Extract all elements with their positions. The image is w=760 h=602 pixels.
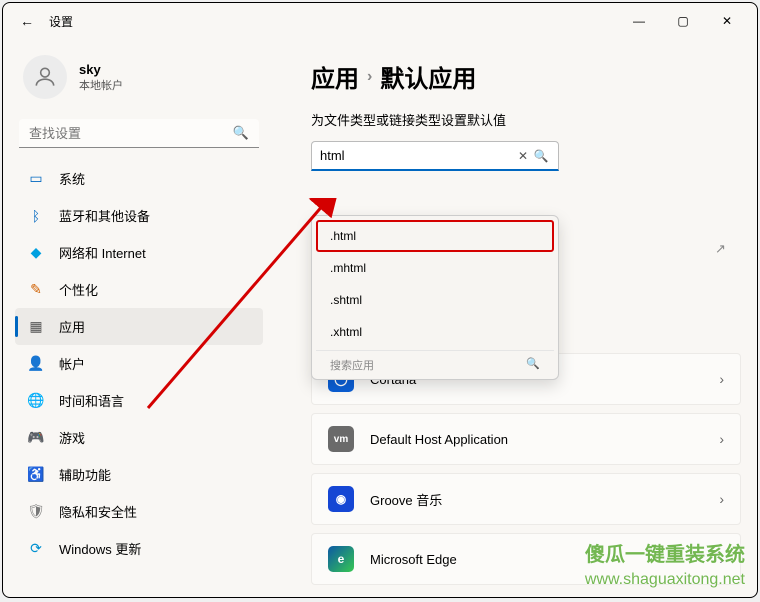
titlebar: ← 设置 — ▢ ✕ xyxy=(3,3,757,39)
nav-network[interactable]: ◆ 网络和 Internet xyxy=(15,234,263,271)
gamepad-icon: 🎮 xyxy=(27,429,45,447)
search-icon: 🔍 xyxy=(526,357,540,373)
display-icon: ▭ xyxy=(27,170,45,188)
person-icon xyxy=(32,64,58,90)
nav-label: 游戏 xyxy=(59,428,85,447)
watermark-url: www.shaguaxitong.net xyxy=(585,571,745,589)
vm-icon: vm xyxy=(328,426,354,452)
app-name-label: Groove 音乐 xyxy=(370,490,703,509)
filetype-search-input[interactable] xyxy=(320,148,514,163)
nav-gaming[interactable]: 🎮 游戏 xyxy=(15,419,263,456)
nav-label: 辅助功能 xyxy=(59,465,111,484)
breadcrumb-parent[interactable]: 应用 xyxy=(311,59,359,94)
minimize-button[interactable]: — xyxy=(617,6,661,36)
filetype-search[interactable]: ✕ 🔍 xyxy=(311,141,559,171)
nav-label: 个性化 xyxy=(59,280,98,299)
profile-block[interactable]: sky 本地帐户 xyxy=(15,47,263,115)
chevron-right-icon: › xyxy=(719,431,724,447)
nav-accessibility[interactable]: ♿ 辅助功能 xyxy=(15,456,263,493)
sidebar: sky 本地帐户 🔍 ▭ 系统 ᛒ 蓝牙和其他设备 ◆ 网络和 Internet ✎ 个… xyxy=(3,39,275,597)
close-button[interactable]: ✕ xyxy=(705,6,749,36)
dropdown-footer-label: 搜索应用 xyxy=(330,357,374,373)
search-icon[interactable]: 🔍 xyxy=(532,149,550,163)
profile-name: sky xyxy=(79,62,123,77)
search-icon: 🔍 xyxy=(233,125,249,141)
sync-icon: ⟳ xyxy=(27,540,45,558)
nav-bluetooth[interactable]: ᛒ 蓝牙和其他设备 xyxy=(15,197,263,234)
profile-type: 本地帐户 xyxy=(79,77,123,93)
nav-label: 系统 xyxy=(59,169,85,188)
nav-label: 帐户 xyxy=(59,354,85,373)
nav-privacy[interactable]: 🛡 隐私和安全性 xyxy=(15,493,263,530)
nav-personalization[interactable]: ✎ 个性化 xyxy=(15,271,263,308)
avatar xyxy=(23,55,67,99)
app-default-host[interactable]: vm Default Host Application › xyxy=(311,413,741,465)
window-controls: — ▢ ✕ xyxy=(617,6,749,36)
nav-label: 隐私和安全性 xyxy=(59,502,137,521)
settings-window: ← 设置 — ▢ ✕ sky 本地帐户 🔍 ▭ 系统 xyxy=(2,2,758,598)
open-external-icon[interactable]: ↗ xyxy=(715,241,735,261)
nav-label: 网络和 Internet xyxy=(59,243,146,262)
edge-icon: e xyxy=(328,546,354,572)
breadcrumb: 应用 › 默认应用 xyxy=(311,59,741,94)
app-groove[interactable]: ◉ Groove 音乐 › xyxy=(311,473,741,525)
section-subtitle: 为文件类型或链接类型设置默认值 xyxy=(311,110,741,129)
dropdown-item-html[interactable]: .html xyxy=(316,220,554,252)
nav-system[interactable]: ▭ 系统 xyxy=(15,160,263,197)
nav-label: Windows 更新 xyxy=(59,539,141,558)
wifi-icon: ◆ xyxy=(27,244,45,262)
dropdown-footer: 搜索应用 🔍 xyxy=(316,350,554,375)
chevron-right-icon: › xyxy=(719,491,724,507)
nav-accounts[interactable]: 👤 帐户 xyxy=(15,345,263,382)
groove-icon: ◉ xyxy=(328,486,354,512)
breadcrumb-current: 默认应用 xyxy=(380,59,476,94)
nav-label: 蓝牙和其他设备 xyxy=(59,206,150,225)
chevron-right-icon: › xyxy=(367,68,372,86)
dropdown-item-mhtml[interactable]: .mhtml xyxy=(316,252,554,284)
watermark-text: 傻瓜一键重装系统 xyxy=(585,538,745,567)
shield-icon: 🛡 xyxy=(27,503,45,521)
maximize-button[interactable]: ▢ xyxy=(661,6,705,36)
person-icon: 👤 xyxy=(27,355,45,373)
chevron-right-icon: › xyxy=(719,371,724,387)
nav-update[interactable]: ⟳ Windows 更新 xyxy=(15,530,263,567)
main-panel: 应用 › 默认应用 为文件类型或链接类型设置默认值 ✕ 🔍 ↗ .html .m… xyxy=(275,39,757,597)
clear-icon[interactable]: ✕ xyxy=(514,149,532,163)
nav-apps[interactable]: ▦ 应用 xyxy=(15,308,263,345)
dropdown-item-shtml[interactable]: .shtml xyxy=(316,284,554,316)
globe-icon: 🌐 xyxy=(27,392,45,410)
back-button[interactable]: ← xyxy=(11,13,43,29)
brush-icon: ✎ xyxy=(27,281,45,299)
nav-label: 时间和语言 xyxy=(59,391,124,410)
app-name-label: Default Host Application xyxy=(370,432,703,447)
nav-list: ▭系统 ᛒ蓝牙和其他设备 ◆网络和 Internet ✎个性化 ▦应用 👤帐户 … xyxy=(15,160,263,567)
accessibility-icon: ♿ xyxy=(27,466,45,484)
filetype-dropdown: .html .mhtml .shtml .xhtml 搜索应用 🔍 xyxy=(311,215,559,380)
nav-time[interactable]: 🌐 时间和语言 xyxy=(15,382,263,419)
window-title: 设置 xyxy=(49,13,73,30)
bluetooth-icon: ᛒ xyxy=(27,207,45,225)
apps-icon: ▦ xyxy=(27,318,45,336)
dropdown-item-xhtml[interactable]: .xhtml xyxy=(316,316,554,348)
profile-text: sky 本地帐户 xyxy=(79,62,123,93)
content-area: sky 本地帐户 🔍 ▭ 系统 ᛒ 蓝牙和其他设备 ◆ 网络和 Internet ✎ 个… xyxy=(3,39,757,597)
sidebar-search-input[interactable] xyxy=(29,126,233,141)
nav-label: 应用 xyxy=(59,317,85,336)
sidebar-search[interactable]: 🔍 xyxy=(19,119,259,148)
